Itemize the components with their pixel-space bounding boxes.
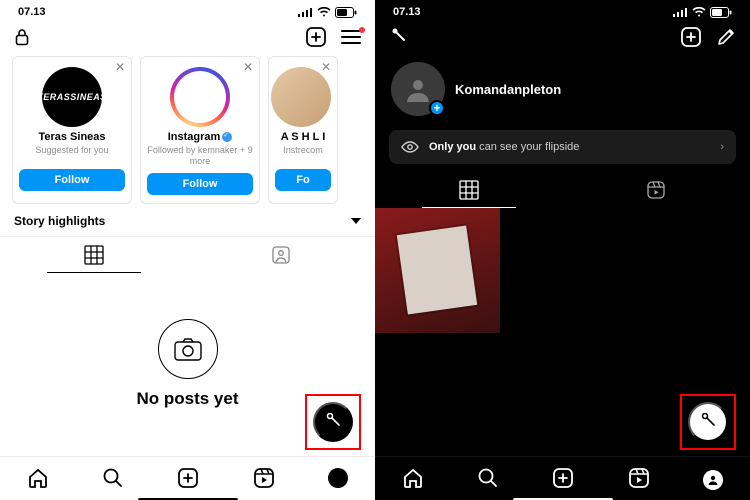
avatar[interactable]: [170, 67, 230, 127]
suggestion-sub: Suggested for you: [19, 145, 125, 163]
status-bar: 07.13: [375, 0, 750, 20]
create-button[interactable]: [305, 26, 327, 48]
phone-dark: 07.13 + Komandanpleton Only you can see: [375, 0, 750, 500]
follow-button[interactable]: Follow: [147, 173, 253, 195]
suggestion-row: ✕ TERASSINEAS Teras Sineas Suggested for…: [0, 52, 375, 204]
nav-create[interactable]: [171, 463, 205, 496]
suggestion-card: ✕ TERASSINEAS Teras Sineas Suggested for…: [12, 56, 132, 204]
flipside-notice[interactable]: Only you can see your flipside ›: [389, 130, 736, 164]
profile-avatar-icon: [703, 470, 723, 490]
eye-icon: [401, 140, 419, 154]
suggestion-name: A S H L I: [275, 131, 331, 143]
signal-icon: [298, 7, 313, 17]
story-highlights-row[interactable]: Story highlights: [0, 204, 375, 236]
follow-button[interactable]: Fo: [275, 169, 331, 191]
nav-home[interactable]: [21, 463, 55, 496]
flipside-text: Only you can see your flipside: [429, 141, 579, 153]
suggestion-sub: Instrecom: [275, 145, 331, 163]
post-grid: [375, 208, 750, 333]
close-icon[interactable]: ✕: [115, 60, 125, 74]
flipside-key-icon[interactable]: [389, 28, 407, 46]
nav-search[interactable]: [96, 463, 130, 496]
top-bar: [375, 20, 750, 52]
status-right: [298, 7, 357, 18]
menu-button[interactable]: [341, 29, 361, 45]
create-button[interactable]: [680, 26, 702, 48]
nav-search[interactable]: [471, 463, 505, 496]
menu-badge-icon: [359, 27, 365, 33]
nav-home[interactable]: [396, 463, 430, 496]
close-icon[interactable]: ✕: [321, 60, 331, 74]
post-thumbnail[interactable]: [375, 208, 500, 333]
bottom-nav: [375, 456, 750, 500]
status-bar: 07.13: [0, 0, 375, 20]
profile-avatar-icon: [328, 468, 348, 488]
battery-icon: [710, 7, 732, 18]
edit-button[interactable]: [716, 27, 736, 47]
chevron-right-icon: ›: [720, 141, 724, 153]
suggestion-sub: Followed by kemnaker + 9 more: [147, 145, 253, 167]
suggestion-card: ✕ Instagram Followed by kemnaker + 9 mor…: [140, 56, 260, 204]
add-story-plus-icon[interactable]: +: [429, 100, 445, 116]
grid-tab[interactable]: [0, 237, 188, 273]
grid-tab[interactable]: [375, 172, 563, 208]
nav-profile[interactable]: [322, 464, 354, 495]
flipside-fab[interactable]: [313, 402, 353, 442]
chevron-down-icon: [351, 218, 361, 224]
story-highlights-label: Story highlights: [14, 214, 105, 228]
nav-reels[interactable]: [622, 463, 656, 496]
nav-create[interactable]: [546, 463, 580, 496]
phone-light: 07.13 ✕ TERASSINEAS Teras Sineas Suggest…: [0, 0, 375, 500]
verified-badge-icon: [222, 132, 232, 142]
avatar[interactable]: TERASSINEAS: [42, 67, 102, 127]
bottom-nav: [0, 456, 375, 500]
nav-profile[interactable]: [697, 466, 729, 494]
profile-header: + Komandanpleton: [375, 52, 750, 122]
status-time: 07.13: [393, 6, 421, 18]
suggestion-name: Instagram: [168, 131, 221, 143]
avatar[interactable]: +: [391, 62, 445, 116]
close-icon[interactable]: ✕: [243, 60, 253, 74]
nav-reels[interactable]: [247, 463, 281, 496]
flipside-fab[interactable]: [688, 402, 728, 442]
signal-icon: [673, 7, 688, 17]
profile-tabs: [0, 236, 375, 273]
suggestion-name: Teras Sineas: [19, 131, 125, 143]
suggestion-card: ✕ A S H L I Instrecom Fo: [268, 56, 338, 204]
status-time: 07.13: [18, 6, 46, 18]
top-bar: [0, 20, 375, 52]
wifi-icon: [692, 7, 706, 17]
wifi-icon: [317, 7, 331, 17]
reels-tab[interactable]: [563, 172, 750, 208]
profile-username: Komandanpleton: [455, 82, 561, 97]
battery-icon: [335, 7, 357, 18]
tagged-tab[interactable]: [188, 237, 376, 273]
follow-button[interactable]: Follow: [19, 169, 125, 191]
camera-icon: [158, 319, 218, 379]
avatar[interactable]: [271, 67, 331, 127]
profile-tabs: [375, 172, 750, 208]
lock-icon[interactable]: [14, 28, 30, 46]
status-right: [673, 7, 732, 18]
